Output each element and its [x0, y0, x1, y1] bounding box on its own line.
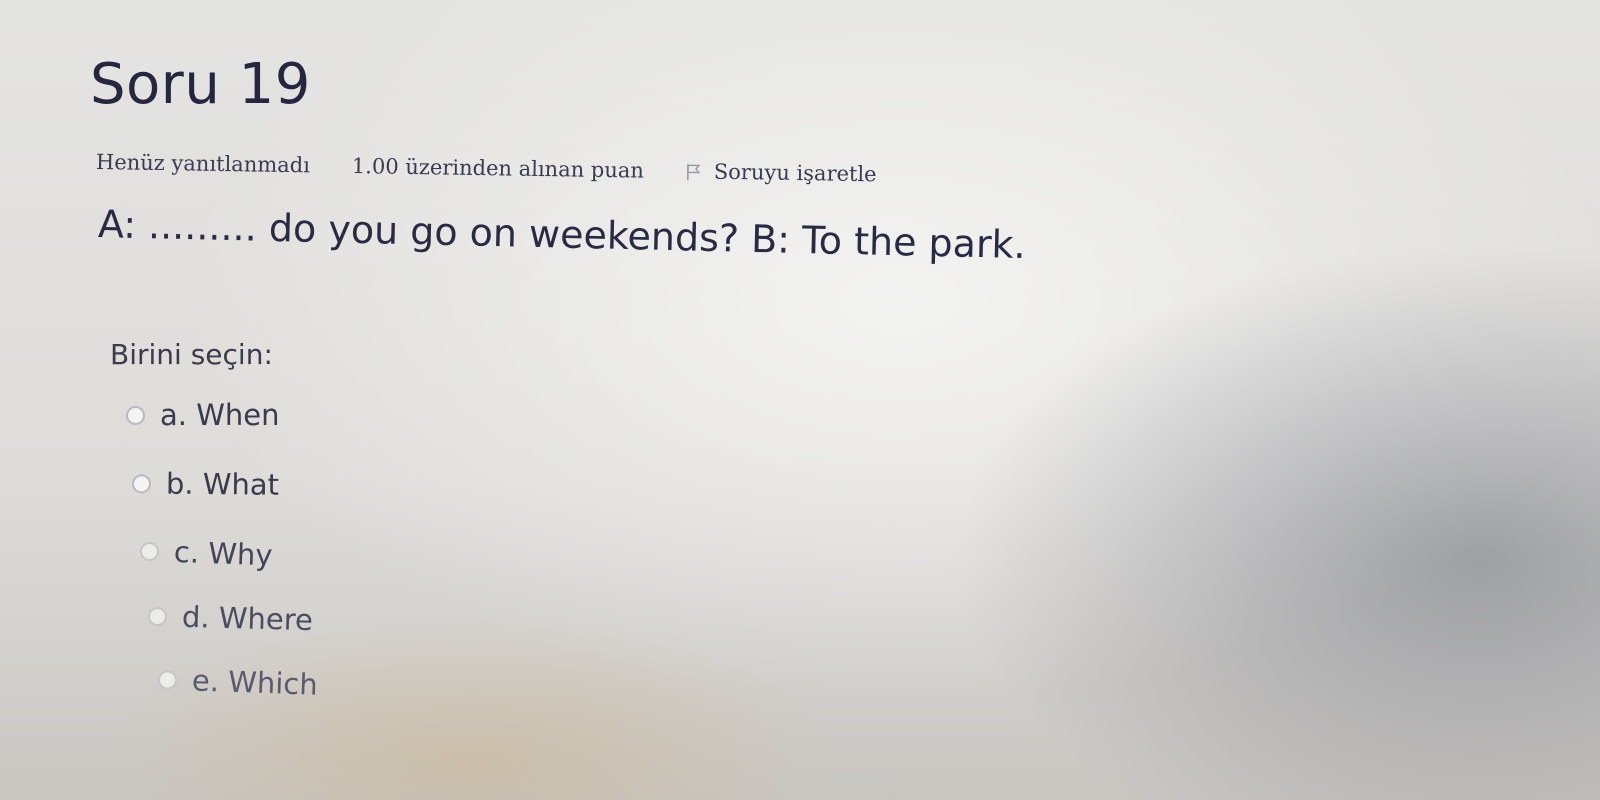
radio-unchecked-icon[interactable]	[147, 606, 168, 626]
flag-icon	[686, 162, 702, 181]
radio-unchecked-icon[interactable]	[139, 541, 160, 561]
answer-option-e[interactable]: e. Which	[157, 662, 318, 702]
radio-unchecked-icon[interactable]	[157, 669, 178, 690]
radio-unchecked-icon[interactable]	[131, 473, 152, 493]
question-text: A: ......... do you go on weekends? B: T…	[97, 202, 1027, 268]
question-title: Soru 19	[90, 52, 311, 117]
answer-option-d[interactable]: d. Where	[147, 599, 314, 638]
question-grade: 1.00 üzerinden alınan puan	[351, 154, 645, 183]
answer-option-a[interactable]: a. When	[126, 398, 279, 432]
answer-label: b. What	[165, 466, 280, 502]
question-info: Henüz yanıtlanmadı 1.00 üzerinden alınan…	[96, 150, 877, 186]
answer-option-b[interactable]: b. What	[131, 466, 280, 502]
question-state: Henüz yanıtlanmadı	[95, 150, 311, 178]
question-panel: Soru 19 Henüz yanıtlanmadı 1.00 üzerinde…	[0, 0, 1600, 800]
flag-question-link[interactable]: Soruyu işaretle	[686, 159, 877, 186]
answer-option-c[interactable]: c. Why	[139, 534, 274, 573]
answer-prompt: Birini seçin:	[110, 338, 273, 371]
answer-label: d. Where	[181, 599, 314, 638]
radio-unchecked-icon[interactable]	[126, 405, 145, 425]
answer-label: c. Why	[173, 534, 274, 573]
answer-label: a. When	[160, 398, 280, 432]
flag-question-label: Soruyu işaretle	[713, 159, 877, 187]
answer-label: e. Which	[191, 663, 319, 702]
